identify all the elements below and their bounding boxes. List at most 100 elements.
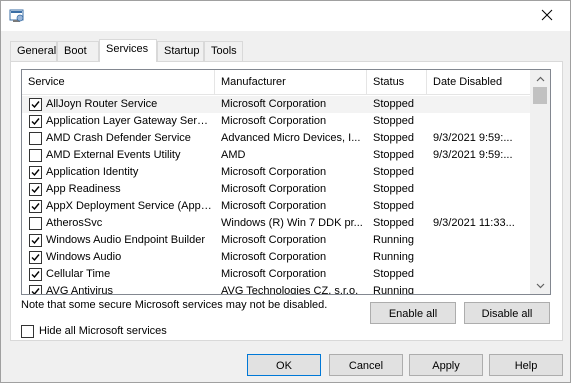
service-checkbox[interactable] bbox=[29, 149, 42, 162]
column-header-status[interactable]: Status bbox=[367, 70, 427, 95]
date-disabled-cell bbox=[433, 266, 529, 283]
status-cell: Running bbox=[373, 234, 414, 246]
service-name-cell: AtherosSvc bbox=[46, 217, 103, 229]
services-list[interactable]: Service Manufacturer Status Date Disable… bbox=[21, 69, 551, 295]
manufacturer-cell: Microsoft Corporation bbox=[221, 183, 327, 195]
service-checkbox[interactable] bbox=[29, 132, 42, 145]
table-row[interactable]: Windows Audio Microsoft Corporation Runnin… bbox=[22, 249, 530, 266]
column-header-date-disabled[interactable]: Date Disabled bbox=[427, 70, 530, 95]
table-row[interactable]: AppX Deployment Service (AppX... Microsof… bbox=[22, 198, 530, 215]
date-disabled-cell: 9/3/2021 9:59:... bbox=[433, 149, 513, 161]
manufacturer-cell: Microsoft Corporation bbox=[221, 115, 327, 127]
status-cell: Stopped bbox=[373, 268, 414, 280]
services-panel: Service Manufacturer Status Date Disable… bbox=[10, 61, 563, 341]
manufacturer-cell: Microsoft Corporation bbox=[221, 251, 327, 263]
manufacturer-cell: Advanced Micro Devices, I... bbox=[221, 132, 361, 144]
manufacturer-cell: Microsoft Corporation bbox=[221, 234, 327, 246]
date-disabled-cell bbox=[433, 113, 529, 130]
manufacturer-cell: AMD bbox=[221, 149, 246, 161]
system-configuration-icon bbox=[9, 8, 25, 24]
service-checkbox[interactable] bbox=[29, 200, 42, 213]
table-row[interactable]: App Readiness Microsoft Corporation Stoppe… bbox=[22, 181, 530, 198]
status-cell: Stopped bbox=[373, 115, 414, 127]
apply-button[interactable]: Apply bbox=[409, 354, 483, 376]
status-cell: Stopped bbox=[373, 183, 414, 195]
table-row[interactable]: AtherosSvc Windows (R) Win 7 DDK pr... Sto… bbox=[22, 215, 530, 232]
date-disabled-cell: 9/3/2021 9:59:... bbox=[433, 132, 513, 144]
ok-button[interactable]: OK bbox=[247, 354, 321, 376]
system-configuration-window: General Boot Services Startup Tools Serv… bbox=[0, 0, 571, 383]
service-checkbox[interactable] bbox=[29, 251, 42, 264]
table-row[interactable]: AMD External Events Utility AMD Stopped 9/3… bbox=[22, 147, 530, 164]
hide-microsoft-services-label: Hide all Microsoft services bbox=[39, 325, 167, 337]
service-checkbox[interactable] bbox=[29, 183, 42, 196]
manufacturer-cell: Microsoft Corporation bbox=[221, 200, 327, 212]
list-rows: AllJoyn Router Service Microsoft Corporat… bbox=[22, 96, 530, 295]
help-button[interactable]: Help bbox=[489, 354, 563, 376]
manufacturer-cell: Microsoft Corporation bbox=[221, 268, 327, 280]
hide-microsoft-services-option[interactable]: Hide all Microsoft services bbox=[21, 324, 167, 338]
service-name-cell: App Readiness bbox=[46, 183, 121, 195]
status-cell: Stopped bbox=[373, 217, 414, 229]
table-row[interactable]: AllJoyn Router Service Microsoft Corporat… bbox=[22, 96, 530, 113]
manufacturer-cell: Microsoft Corporation bbox=[221, 98, 327, 110]
manufacturer-cell: Microsoft Corporation bbox=[221, 166, 327, 178]
list-header: Service Manufacturer Status Date Disable… bbox=[22, 70, 530, 95]
service-checkbox[interactable] bbox=[29, 115, 42, 128]
date-disabled-cell bbox=[433, 164, 529, 181]
service-name-cell: AMD External Events Utility bbox=[46, 149, 181, 161]
enable-all-button[interactable]: Enable all bbox=[370, 302, 456, 324]
date-disabled-cell bbox=[433, 96, 529, 113]
service-name-cell: Application Layer Gateway Service bbox=[46, 115, 213, 127]
service-name-cell: AVG Antivirus bbox=[46, 285, 114, 295]
chevron-down-icon bbox=[536, 280, 545, 292]
service-name-cell: AMD Crash Defender Service bbox=[46, 132, 191, 144]
date-disabled-cell bbox=[433, 249, 529, 266]
status-cell: Stopped bbox=[373, 166, 414, 178]
secure-services-note: Note that some secure Microsoft services… bbox=[21, 299, 328, 311]
table-row[interactable]: AMD Crash Defender Service Advanced Micro… bbox=[22, 130, 530, 147]
tab-services[interactable]: Services bbox=[99, 39, 157, 62]
service-name-cell: Application Identity bbox=[46, 166, 139, 178]
tab-boot[interactable]: Boot bbox=[57, 41, 99, 61]
tab-general[interactable]: General bbox=[10, 41, 57, 61]
status-cell: Stopped bbox=[373, 98, 414, 110]
cancel-button[interactable]: Cancel bbox=[329, 354, 403, 376]
manufacturer-cell: AVG Technologies CZ, s.r.o. bbox=[221, 285, 359, 295]
service-name-cell: Cellular Time bbox=[46, 268, 111, 280]
status-cell: Stopped bbox=[373, 132, 414, 144]
chevron-up-icon bbox=[536, 73, 545, 85]
scroll-down-button[interactable] bbox=[530, 277, 550, 294]
vertical-scrollbar[interactable] bbox=[530, 70, 550, 294]
table-row[interactable]: AVG Antivirus AVG Technologies CZ, s.r.o.… bbox=[22, 283, 530, 295]
service-checkbox[interactable] bbox=[29, 285, 42, 294]
scroll-up-button[interactable] bbox=[530, 70, 550, 87]
table-row[interactable]: Cellular Time Microsoft Corporation Stoppe… bbox=[22, 266, 530, 283]
service-checkbox[interactable] bbox=[29, 98, 42, 111]
service-checkbox[interactable] bbox=[29, 166, 42, 179]
hide-microsoft-services-checkbox[interactable] bbox=[21, 324, 34, 338]
column-header-manufacturer[interactable]: Manufacturer bbox=[215, 70, 367, 95]
status-cell: Stopped bbox=[373, 149, 414, 161]
service-checkbox[interactable] bbox=[29, 268, 42, 281]
table-row[interactable]: Application Identity Microsoft Corporatio… bbox=[22, 164, 530, 181]
title-bar[interactable] bbox=[1, 1, 570, 31]
scroll-thumb[interactable] bbox=[533, 87, 547, 104]
status-cell: Stopped bbox=[373, 200, 414, 212]
service-name-cell: AppX Deployment Service (AppX... bbox=[46, 200, 213, 212]
table-row[interactable]: Application Layer Gateway Service Microso… bbox=[22, 113, 530, 130]
service-checkbox[interactable] bbox=[29, 234, 42, 247]
date-disabled-cell bbox=[433, 232, 529, 249]
table-row[interactable]: Windows Audio Endpoint Builder Microsoft … bbox=[22, 232, 530, 249]
status-cell: Running bbox=[373, 285, 414, 295]
tab-tools[interactable]: Tools bbox=[204, 41, 243, 61]
column-header-service[interactable]: Service bbox=[22, 70, 215, 95]
date-disabled-cell bbox=[433, 283, 529, 294]
disable-all-button[interactable]: Disable all bbox=[464, 302, 550, 324]
service-name-cell: Windows Audio Endpoint Builder bbox=[46, 234, 205, 246]
close-button[interactable] bbox=[524, 1, 570, 31]
date-disabled-cell: 9/3/2021 11:33... bbox=[433, 217, 515, 229]
tab-startup[interactable]: Startup bbox=[157, 41, 204, 61]
date-disabled-cell bbox=[433, 181, 529, 198]
service-checkbox[interactable] bbox=[29, 217, 42, 230]
